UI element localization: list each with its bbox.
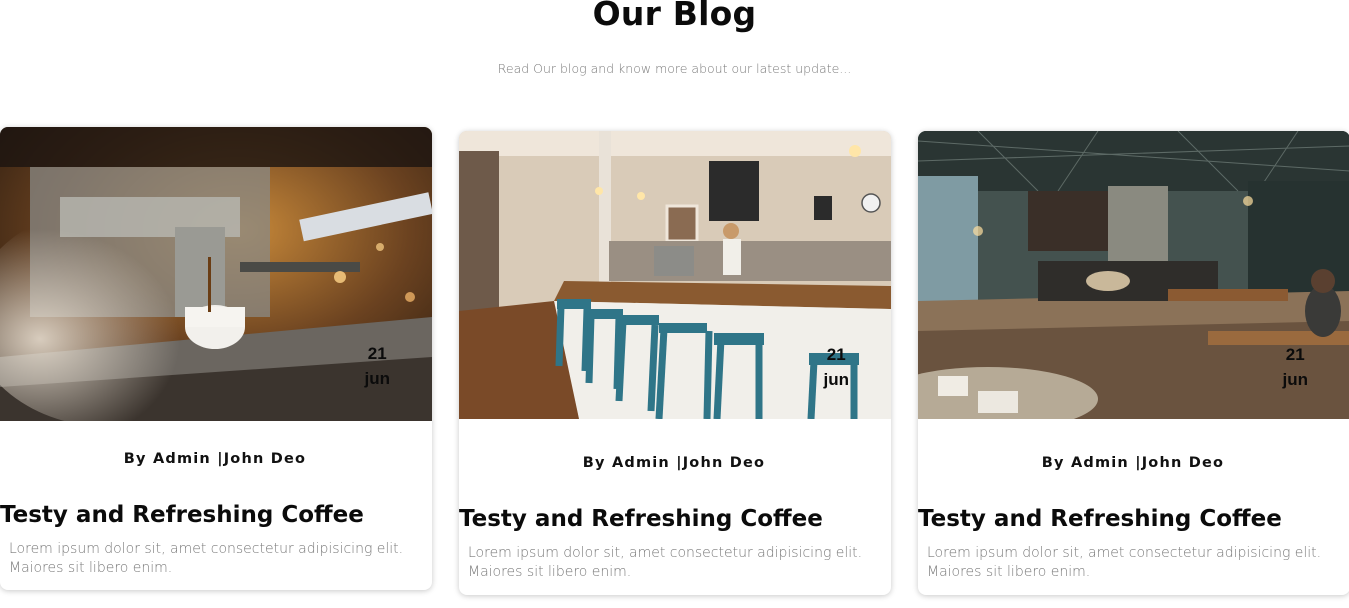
page-title: Our Blog (592, 0, 757, 33)
blog-card[interactable]: 21 jun By Admin |John Deo Testy and Refr… (0, 127, 432, 590)
date-badge: 21 jun (365, 341, 391, 391)
blog-card[interactable]: 21 jun By Admin |John Deo Testy and Refr… (459, 131, 891, 595)
blog-card[interactable]: 21 jun By Admin |John Deo Testy and Refr… (918, 131, 1349, 595)
post-title[interactable]: Testy and Refreshing Coffee (918, 506, 1348, 532)
post-excerpt: Lorem ipsum dolor sit, amet consectetur … (927, 545, 1322, 580)
date-month: jun (1282, 370, 1309, 389)
post-byline: By Admin |John Deo (1041, 455, 1225, 471)
post-byline: By Admin |John Deo (123, 451, 307, 467)
date-day: 21 (367, 344, 387, 363)
page-subtitle: Read Our blog and know more about our la… (497, 61, 852, 76)
date-badge: 21 jun (1283, 342, 1309, 392)
post-title[interactable]: Testy and Refreshing Coffee (0, 502, 430, 528)
post-title[interactable]: Testy and Refreshing Coffee (459, 506, 889, 532)
date-month: jun (823, 370, 850, 389)
date-badge: 21 jun (824, 342, 850, 392)
date-day: 21 (826, 345, 846, 364)
post-excerpt: Lorem ipsum dolor sit, amet consectetur … (468, 545, 863, 580)
date-day: 21 (1285, 345, 1305, 364)
post-byline: By Admin |John Deo (582, 455, 766, 471)
post-excerpt: Lorem ipsum dolor sit, amet consectetur … (9, 541, 404, 576)
date-month: jun (364, 369, 391, 388)
